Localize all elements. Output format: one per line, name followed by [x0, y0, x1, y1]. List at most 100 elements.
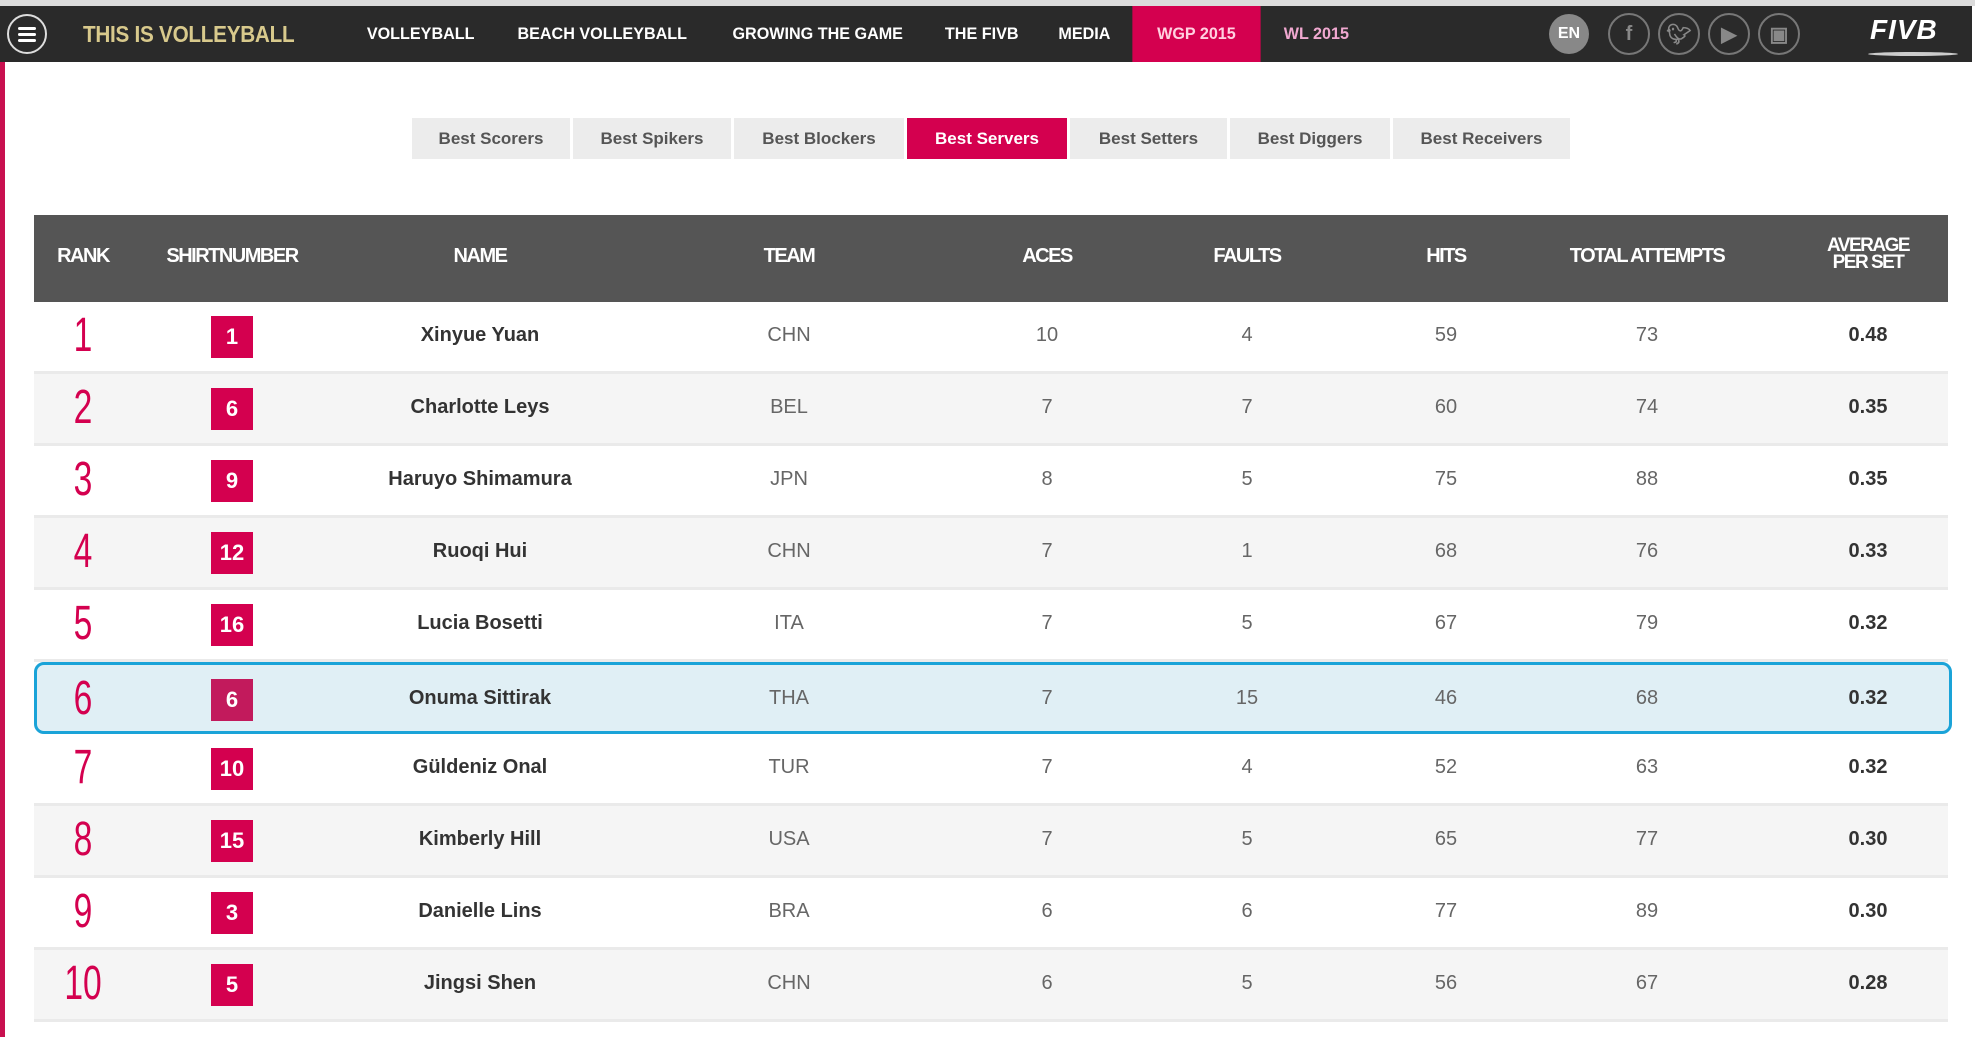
table-row[interactable]: 10 5 Jingsi Shen CHN 6 5 56 67 0.28: [34, 950, 1948, 1022]
header-team[interactable]: TEAM: [764, 245, 816, 268]
average-per-set: 0.33: [1848, 540, 1888, 562]
shirt-number: 9: [211, 460, 253, 502]
tab-best-setters[interactable]: Best Setters: [1070, 118, 1227, 159]
player-name[interactable]: Danielle Lins: [418, 900, 541, 923]
faults: 5: [1241, 468, 1253, 490]
fivb-logo[interactable]: FIVB: [1870, 14, 1938, 46]
aces: 6: [1041, 972, 1053, 994]
nav-the-fivb[interactable]: THE FIVB: [928, 6, 1036, 62]
table-header: RANK SHIRTNUMBER NAME TEAM ACES FAULTS H…: [34, 215, 1948, 302]
tab-best-diggers[interactable]: Best Diggers: [1230, 118, 1390, 159]
total-attempts: 68: [1635, 687, 1659, 709]
table-row[interactable]: 8 15 Kimberly Hill USA 7 5 65 77 0.30: [34, 806, 1948, 878]
hits: 46: [1434, 687, 1458, 709]
header-hits[interactable]: HITS: [1426, 245, 1467, 268]
table-row[interactable]: 9 3 Danielle Lins BRA 6 6 77 89 0.30: [34, 878, 1948, 950]
facebook-icon[interactable]: f: [1608, 13, 1650, 55]
rank: 3: [73, 453, 93, 506]
total-attempts: 88: [1635, 468, 1659, 490]
header-faults[interactable]: FAULTS: [1213, 245, 1282, 268]
total-attempts: 74: [1635, 396, 1659, 418]
faults: 5: [1241, 612, 1253, 634]
table-row[interactable]: 2 6 Charlotte Leys BEL 7 7 60 74 0.35: [34, 374, 1948, 446]
tab-best-blockers[interactable]: Best Blockers: [734, 118, 904, 159]
rank: 8: [73, 813, 93, 866]
header-name[interactable]: NAME: [454, 245, 508, 268]
shirt-number: 3: [211, 892, 253, 934]
average-per-set: 0.30: [1848, 900, 1888, 922]
shirt-number: 16: [211, 604, 253, 646]
team: BRA: [768, 900, 810, 922]
table-row[interactable]: 5 16 Lucia Bosetti ITA 7 5 67 79 0.32: [34, 590, 1948, 662]
aces: 6: [1041, 900, 1053, 922]
aces: 7: [1041, 612, 1053, 634]
average-per-set: 0.48: [1848, 324, 1888, 346]
table-row[interactable]: 3 9 Haruyo Shimamura JPN 8 5 75 88 0.35: [34, 446, 1948, 518]
faults: 4: [1241, 756, 1253, 778]
header-rank[interactable]: RANK: [57, 245, 110, 268]
youtube-icon[interactable]: ▶: [1708, 13, 1750, 55]
hits: 52: [1434, 756, 1458, 778]
team: CHN: [767, 972, 811, 994]
faults: 5: [1241, 972, 1253, 994]
shirt-number: 10: [211, 748, 253, 790]
nav-volleyball[interactable]: VOLLEYBALL: [350, 6, 492, 62]
team: BEL: [770, 396, 808, 418]
table-body: 1 1 Xinyue Yuan CHN 10 4 59 73 0.48 2 6 Charlotte L…: [34, 302, 1952, 1022]
header-total-attempts[interactable]: TOTAL ATTEMPTS: [1570, 245, 1726, 268]
player-name[interactable]: Charlotte Leys: [411, 396, 550, 419]
faults: 4: [1241, 324, 1253, 346]
header-aces[interactable]: ACES: [1022, 245, 1073, 268]
nav-wgp-2015[interactable]: WGP 2015: [1132, 6, 1261, 62]
faults: 5: [1241, 828, 1253, 850]
average-per-set: 0.35: [1848, 468, 1888, 490]
nav-wl-2015[interactable]: WL 2015: [1267, 6, 1366, 62]
average-per-set: 0.28: [1848, 972, 1888, 994]
brand-title[interactable]: THIS IS VOLLEYBALL: [83, 21, 295, 48]
instagram-icon[interactable]: ▣: [1758, 13, 1800, 55]
faults: 6: [1241, 900, 1253, 922]
table-row[interactable]: 4 12 Ruoqi Hui CHN 7 1 68 76 0.33: [34, 518, 1948, 590]
header-shirtnumber[interactable]: SHIRTNUMBER: [166, 245, 299, 268]
tab-best-scorers[interactable]: Best Scorers: [412, 118, 570, 159]
total-attempts: 79: [1635, 612, 1659, 634]
team: CHN: [767, 540, 811, 562]
twitter-icon[interactable]: 🐦︎: [1658, 13, 1700, 55]
tab-best-servers[interactable]: Best Servers: [907, 118, 1067, 159]
total-attempts: 73: [1635, 324, 1659, 346]
player-name[interactable]: Lucia Bosetti: [417, 612, 543, 635]
nav-beach-volleyball[interactable]: BEACH VOLLEYBALL: [501, 6, 705, 62]
shirt-number: 5: [211, 964, 253, 1006]
rank: 4: [73, 525, 93, 578]
tab-best-receivers[interactable]: Best Receivers: [1393, 118, 1570, 159]
tab-best-spikers[interactable]: Best Spikers: [573, 118, 731, 159]
player-name[interactable]: Xinyue Yuan: [421, 324, 540, 347]
best-servers-table: RANK SHIRTNUMBER NAME TEAM ACES FAULTS H…: [34, 215, 1952, 1022]
player-name[interactable]: Kimberly Hill: [419, 828, 541, 851]
hits: 67: [1434, 612, 1458, 634]
table-row[interactable]: 7 10 Güldeniz Onal TUR 7 4 52 63 0.32: [34, 734, 1948, 806]
table-row[interactable]: 6 6 Onuma Sittirak THA 7 15 46 68 0.32: [34, 662, 1952, 734]
player-name[interactable]: Onuma Sittirak: [409, 687, 551, 710]
player-name[interactable]: Jingsi Shen: [424, 972, 536, 995]
total-attempts: 76: [1635, 540, 1659, 562]
aces: 10: [1035, 324, 1059, 346]
table-row[interactable]: 1 1 Xinyue Yuan CHN 10 4 59 73 0.48: [34, 302, 1948, 374]
average-per-set: 0.32: [1848, 612, 1888, 634]
player-name[interactable]: Haruyo Shimamura: [388, 468, 571, 491]
player-name[interactable]: Ruoqi Hui: [433, 540, 527, 563]
aces: 7: [1041, 756, 1053, 778]
rank: 6: [73, 672, 93, 725]
language-button[interactable]: EN: [1549, 14, 1589, 54]
nav-media[interactable]: MEDIA: [1041, 6, 1127, 62]
faults: 15: [1235, 687, 1259, 709]
team: THA: [769, 687, 809, 709]
rank: 5: [73, 597, 93, 650]
nav-growing-the-game[interactable]: GROWING THE GAME: [715, 6, 920, 62]
player-name[interactable]: Güldeniz Onal: [413, 756, 547, 779]
hits: 75: [1434, 468, 1458, 490]
fivb-logo-swoosh: [1868, 52, 1958, 56]
shirt-number: 6: [211, 679, 253, 721]
header-average-per-set[interactable]: AVERAGE PER SET: [1813, 236, 1923, 272]
hamburger-menu-icon[interactable]: [7, 14, 47, 54]
